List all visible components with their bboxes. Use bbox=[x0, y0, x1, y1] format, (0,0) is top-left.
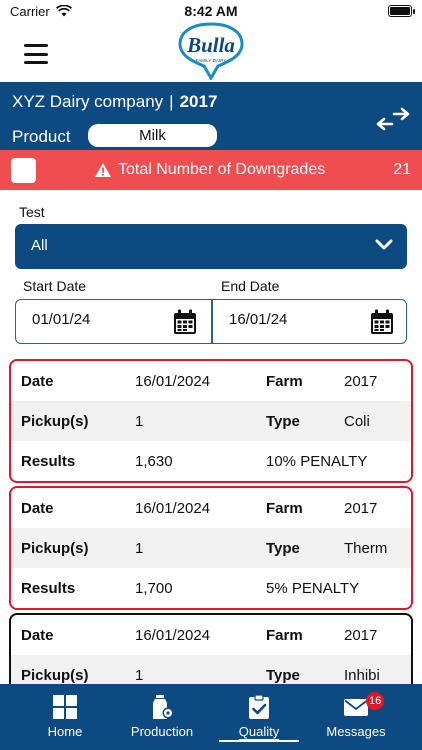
downgrade-card[interactable]: Date 16/01/2024 Farm 2017 Pickup(s) 1 Ty… bbox=[9, 359, 413, 483]
tab-messages[interactable]: 16 Messages bbox=[306, 684, 406, 750]
results-value: 1,700 bbox=[135, 579, 173, 597]
downgrades-alert-text: Total Number of Downgrades bbox=[94, 161, 325, 179]
tab-production-label: Production bbox=[130, 724, 194, 739]
type-label: Type bbox=[266, 666, 300, 684]
date-label: Date bbox=[21, 499, 54, 517]
calendar-icon[interactable] bbox=[173, 309, 197, 335]
card-row-date: Date 16/01/2024 Farm 2017 bbox=[11, 361, 411, 401]
test-filter-label: Test bbox=[19, 204, 45, 220]
hamburger-menu-button[interactable] bbox=[24, 44, 48, 64]
penalty-value: 5% PENALTY bbox=[266, 579, 360, 597]
type-value: Therm bbox=[344, 539, 388, 557]
card-row-results: Results 1,630 10% PENALTY bbox=[11, 441, 411, 481]
farm-value: 2017 bbox=[344, 499, 378, 517]
pickups-label: Pickup(s) bbox=[21, 666, 89, 684]
tab-quality[interactable]: Quality bbox=[209, 684, 309, 750]
pickups-label: Pickup(s) bbox=[21, 412, 89, 430]
date-value: 16/01/2024 bbox=[135, 499, 211, 517]
company-separator: | bbox=[169, 92, 174, 111]
envelope-icon bbox=[344, 699, 368, 716]
farm-value: 2017 bbox=[344, 372, 378, 390]
card-row-results: Results 1,700 5% PENALTY bbox=[11, 568, 411, 608]
milk-bottle-gear-icon bbox=[153, 695, 174, 719]
test-filter-dropdown[interactable]: All bbox=[15, 224, 407, 269]
date-label: Date bbox=[21, 626, 54, 644]
results-label: Results bbox=[21, 452, 76, 470]
results-label: Results bbox=[21, 579, 76, 597]
type-value: Coli bbox=[344, 412, 370, 430]
start-date-label: Start Date bbox=[23, 278, 87, 294]
messages-badge: 16 bbox=[366, 692, 385, 710]
card-row-pickups: Pickup(s) 1 Type Coli bbox=[11, 401, 411, 441]
carrier-label: Carrier bbox=[10, 3, 50, 19]
warning-icon bbox=[95, 163, 111, 177]
end-date-value: 16/01/24 bbox=[229, 311, 288, 328]
tab-home-label: Home bbox=[47, 724, 83, 739]
date-value: 16/01/2024 bbox=[135, 626, 211, 644]
start-date-value: 01/01/24 bbox=[32, 311, 91, 328]
product-label: Product bbox=[12, 127, 71, 146]
pickups-value: 1 bbox=[135, 539, 144, 557]
company-panel: XYZ Dairy company | 2017 Product Milk bbox=[0, 82, 422, 150]
downgrades-count: 21 bbox=[393, 161, 411, 178]
chevron-down-icon bbox=[375, 239, 393, 250]
company-farm-number: 2017 bbox=[179, 92, 218, 111]
bottom-tab-bar: Home Production Quality 16 Messages bbox=[0, 684, 422, 750]
downgrade-card[interactable]: Date 16/01/2024 Farm 2017 Pickup(s) 1 Ty… bbox=[9, 486, 413, 610]
downgrades-checkbox[interactable] bbox=[11, 158, 36, 183]
farm-label: Farm bbox=[266, 499, 303, 517]
logo-tagline: FAMILY DAIRY bbox=[196, 58, 227, 63]
company-name: XYZ Dairy company bbox=[12, 92, 164, 111]
product-selector[interactable]: Milk bbox=[88, 124, 217, 147]
test-filter-value: All bbox=[31, 237, 48, 254]
date-label: Date bbox=[21, 372, 54, 390]
date-value: 16/01/2024 bbox=[135, 372, 211, 390]
grid-icon bbox=[53, 695, 77, 719]
status-bar: Carrier 8:42 AM bbox=[0, 0, 422, 22]
type-label: Type bbox=[266, 412, 300, 430]
tab-production[interactable]: Production bbox=[112, 684, 212, 750]
farm-label: Farm bbox=[266, 372, 303, 390]
end-date-field[interactable]: 16/01/24 bbox=[213, 300, 408, 343]
logo-wordmark: Bulla bbox=[186, 33, 235, 57]
status-left: Carrier bbox=[10, 4, 72, 19]
farm-label: Farm bbox=[266, 626, 303, 644]
tab-quality-label: Quality bbox=[238, 724, 280, 739]
wifi-icon bbox=[55, 5, 72, 17]
pickups-value: 1 bbox=[135, 412, 144, 430]
clipboard-check-icon bbox=[249, 694, 269, 719]
company-title: XYZ Dairy company | 2017 bbox=[12, 92, 217, 112]
tab-messages-label: Messages bbox=[326, 724, 386, 739]
pickups-value: 1 bbox=[135, 666, 144, 684]
start-date-field[interactable]: 01/01/24 bbox=[16, 300, 211, 343]
pickups-label: Pickup(s) bbox=[21, 539, 89, 557]
bulla-logo: Bulla FAMILY DAIRY bbox=[178, 22, 244, 80]
farm-value: 2017 bbox=[344, 626, 378, 644]
date-range-box: 01/01/24 16/01/24 bbox=[15, 299, 407, 344]
results-value: 1,630 bbox=[135, 452, 173, 470]
calendar-icon[interactable] bbox=[370, 309, 394, 335]
type-label: Type bbox=[266, 539, 300, 557]
end-date-label: End Date bbox=[221, 278, 280, 294]
tab-home[interactable]: Home bbox=[15, 684, 115, 750]
app-header: Bulla FAMILY DAIRY bbox=[0, 22, 422, 82]
type-value: Inhibi bbox=[344, 666, 380, 684]
downgrades-alert-bar: Total Number of Downgrades 21 bbox=[0, 150, 422, 190]
card-row-date: Date 16/01/2024 Farm 2017 bbox=[11, 488, 411, 528]
downgrades-label: Total Number of Downgrades bbox=[118, 161, 326, 178]
card-row-pickups: Pickup(s) 1 Type Therm bbox=[11, 528, 411, 568]
battery-icon bbox=[388, 5, 415, 17]
swap-arrows-icon[interactable] bbox=[376, 106, 410, 132]
penalty-value: 10% PENALTY bbox=[266, 452, 368, 470]
card-row-date: Date 16/01/2024 Farm 2017 bbox=[11, 615, 411, 655]
